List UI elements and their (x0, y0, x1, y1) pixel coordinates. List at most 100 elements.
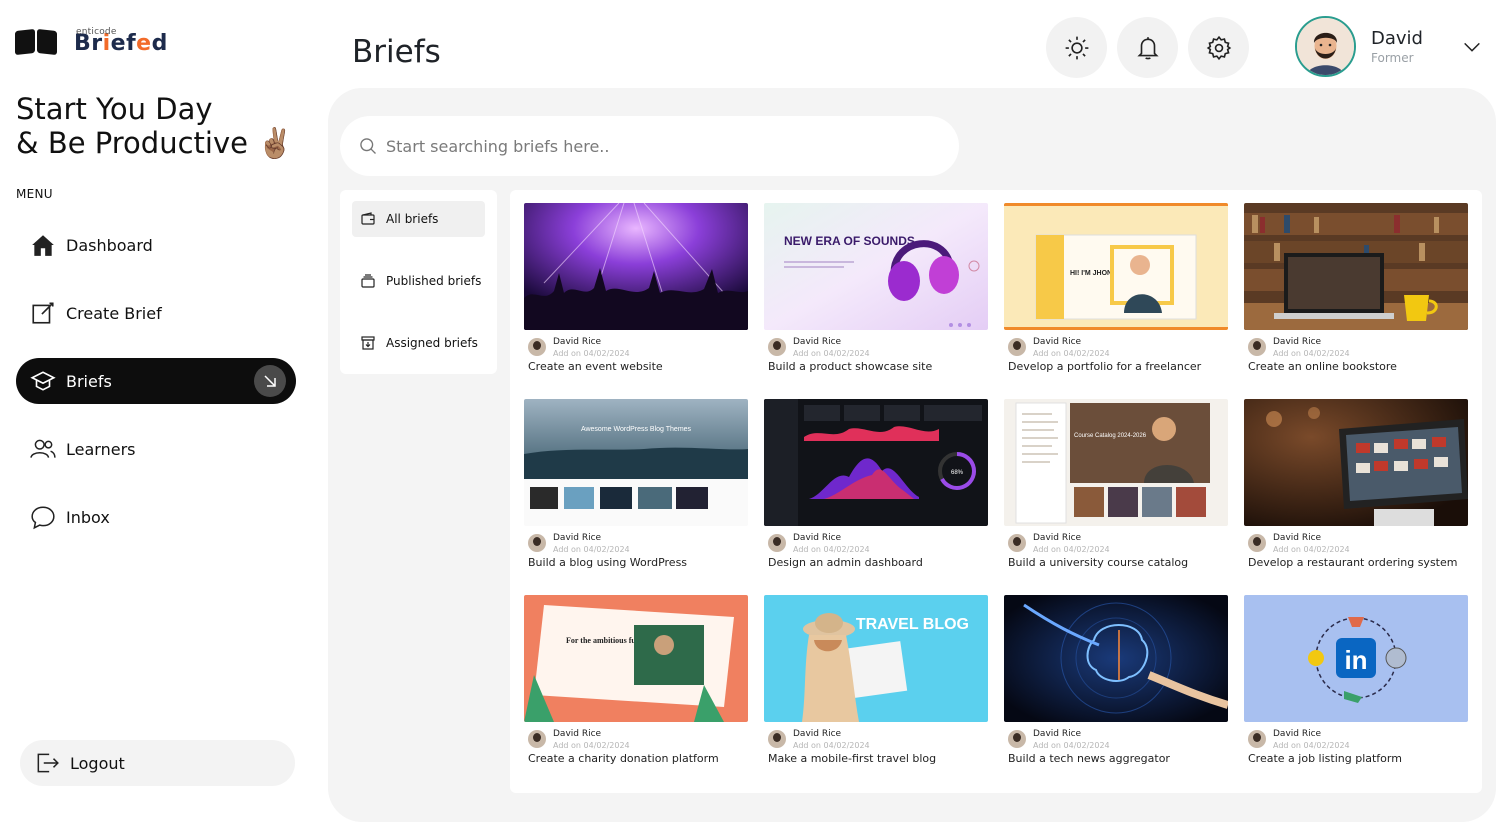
brief-card[interactable]: TRAVEL BLOG David Rice Add on 04/02/2024… (764, 595, 988, 765)
settings-button[interactable] (1188, 17, 1249, 78)
brief-title[interactable]: Build a blog using WordPress (524, 556, 748, 569)
brief-title[interactable]: Create a charity donation platform (524, 752, 748, 765)
brief-thumbnail[interactable]: For the ambitious fundraiser (524, 595, 748, 722)
author-name: David Rice (1273, 533, 1322, 543)
page-title: Briefs (352, 34, 441, 70)
nav-item-create-brief[interactable]: Create Brief (16, 290, 296, 336)
brief-card[interactable]: NEW ERA OF SOUNDS David Rice Add on 04/0… (764, 203, 988, 373)
nav-item-dashboard[interactable]: Dashboard (16, 222, 296, 268)
book-logo-icon (15, 26, 60, 58)
search-icon (360, 138, 376, 154)
author-name: David Rice (553, 533, 602, 543)
main-nav: Dashboard Create Brief Briefs Learners I… (16, 222, 296, 562)
search-bar[interactable] (340, 116, 959, 176)
brief-title[interactable]: Make a mobile-first travel blog (764, 752, 988, 765)
filter-assigned-briefs[interactable]: Assigned briefs (352, 325, 485, 361)
author-avatar (768, 338, 786, 356)
search-input[interactable] (386, 136, 926, 156)
brief-thumbnail[interactable]: 68% (764, 399, 988, 526)
svg-text:68%: 68% (951, 470, 964, 476)
brief-thumbnail[interactable]: TRAVEL BLOG (764, 595, 988, 722)
brief-thumbnail[interactable]: HI! I'M JHON (1004, 203, 1228, 330)
brief-date: Add on 04/02/2024 (1273, 545, 1350, 554)
bell-icon (1136, 36, 1159, 59)
brief-thumbnail[interactable] (1004, 595, 1228, 722)
nav-item-inbox[interactable]: Inbox (16, 494, 296, 540)
nav-label: Learners (66, 439, 136, 459)
brief-card[interactable]: David Rice Add on 04/02/2024 Develop a r… (1244, 399, 1468, 569)
brief-date: Add on 04/02/2024 (1033, 349, 1110, 358)
brief-card[interactable]: HI! I'M JHON David Rice Add on 04/02/202… (1004, 203, 1228, 373)
brief-title[interactable]: Build a product showcase site (764, 360, 988, 373)
brief-card[interactable]: For the ambitious fundraiser David Rice … (524, 595, 748, 765)
brief-thumbnail[interactable]: Course Catalog 2024-2026 (1004, 399, 1228, 526)
svg-text:in: in (1344, 645, 1367, 675)
author-avatar (1008, 534, 1026, 552)
brief-thumbnail[interactable]: Awesome WordPress Blog Themes (524, 399, 748, 526)
brief-card[interactable]: Course Catalog 2024-2026 David Rice Add … (1004, 399, 1228, 569)
author-name: David Rice (553, 729, 602, 739)
nav-item-learners[interactable]: Learners (16, 426, 296, 472)
brief-title[interactable]: Create a job listing platform (1244, 752, 1468, 765)
author-avatar (768, 534, 786, 552)
logo[interactable]: enticode Briefed (15, 26, 168, 58)
author-avatar (1008, 338, 1026, 356)
brief-date: Add on 04/02/2024 (793, 545, 870, 554)
brief-title[interactable]: Create an online bookstore (1244, 360, 1468, 373)
chevron-down-icon[interactable] (1461, 36, 1483, 58)
brief-thumbnail[interactable]: in (1244, 595, 1468, 722)
author-avatar (528, 534, 546, 552)
svg-text:TRAVEL BLOG: TRAVEL BLOG (856, 616, 969, 633)
brief-title[interactable]: Create an event website (524, 360, 748, 373)
brief-filters: All briefs Published briefs Assigned bri… (340, 190, 497, 374)
brief-thumbnail[interactable] (1244, 399, 1468, 526)
brief-thumbnail[interactable]: NEW ERA OF SOUNDS (764, 203, 988, 330)
wallet-icon (361, 212, 375, 225)
user-name: David (1371, 28, 1423, 49)
brief-title[interactable]: Design an admin dashboard (764, 556, 988, 569)
brief-title[interactable]: Develop a restaurant ordering system (1244, 556, 1468, 569)
user-role: Former (1371, 51, 1414, 65)
brief-card[interactable]: David Rice Add on 04/02/2024 Create an o… (1244, 203, 1468, 373)
author-avatar (528, 338, 546, 356)
brief-card[interactable]: Awesome WordPress Blog Themes David Rice… (524, 399, 748, 569)
filter-label: All briefs (386, 212, 439, 226)
stack-icon (361, 274, 375, 288)
brief-thumbnail[interactable] (1244, 203, 1468, 330)
nav-arrow-button[interactable] (254, 365, 286, 397)
brief-date: Add on 04/02/2024 (553, 545, 630, 554)
user-menu[interactable]: David Former (1295, 16, 1483, 77)
brief-title[interactable]: Develop a portfolio for a freelancer (1004, 360, 1228, 373)
archive-icon (361, 336, 375, 350)
menu-label: MENU (16, 187, 53, 201)
filter-all-briefs[interactable]: All briefs (352, 201, 485, 237)
brief-card[interactable]: David Rice Add on 04/02/2024 Create an e… (524, 203, 748, 373)
filter-label: Published briefs (386, 274, 482, 288)
brief-thumbnail[interactable] (524, 203, 748, 330)
svg-text:Awesome WordPress Blog Themes: Awesome WordPress Blog Themes (581, 426, 692, 433)
brief-date: Add on 04/02/2024 (1273, 349, 1350, 358)
brief-date: Add on 04/02/2024 (793, 741, 870, 750)
greeting: Start You Day & Be Productive ✌🏽 (16, 92, 294, 160)
author-name: David Rice (1033, 533, 1082, 543)
brief-card[interactable]: 68% David Rice Add on 04/02/2024 Design … (764, 399, 988, 569)
author-name: David Rice (793, 729, 842, 739)
nav-label: Dashboard (66, 235, 153, 255)
author-name: David Rice (1273, 337, 1322, 347)
edit-icon (32, 302, 54, 324)
notifications-button[interactable] (1117, 17, 1178, 78)
brief-card[interactable]: in David Rice Add on 04/02/2024 Create a… (1244, 595, 1468, 765)
theme-toggle-button[interactable] (1046, 17, 1107, 78)
filter-published-briefs[interactable]: Published briefs (352, 263, 485, 299)
brief-card[interactable]: David Rice Add on 04/02/2024 Build a tec… (1004, 595, 1228, 765)
logout-button[interactable]: Logout (20, 740, 295, 786)
author-name: David Rice (1033, 729, 1082, 739)
graduation-cap-icon (30, 371, 56, 391)
brief-title[interactable]: Build a tech news aggregator (1004, 752, 1228, 765)
avatar[interactable] (1295, 16, 1356, 77)
arrow-down-right-icon (264, 375, 276, 387)
users-icon (30, 439, 56, 458)
nav-item-briefs[interactable]: Briefs (16, 358, 296, 404)
author-name: David Rice (1033, 337, 1082, 347)
brief-title[interactable]: Build a university course catalog (1004, 556, 1228, 569)
